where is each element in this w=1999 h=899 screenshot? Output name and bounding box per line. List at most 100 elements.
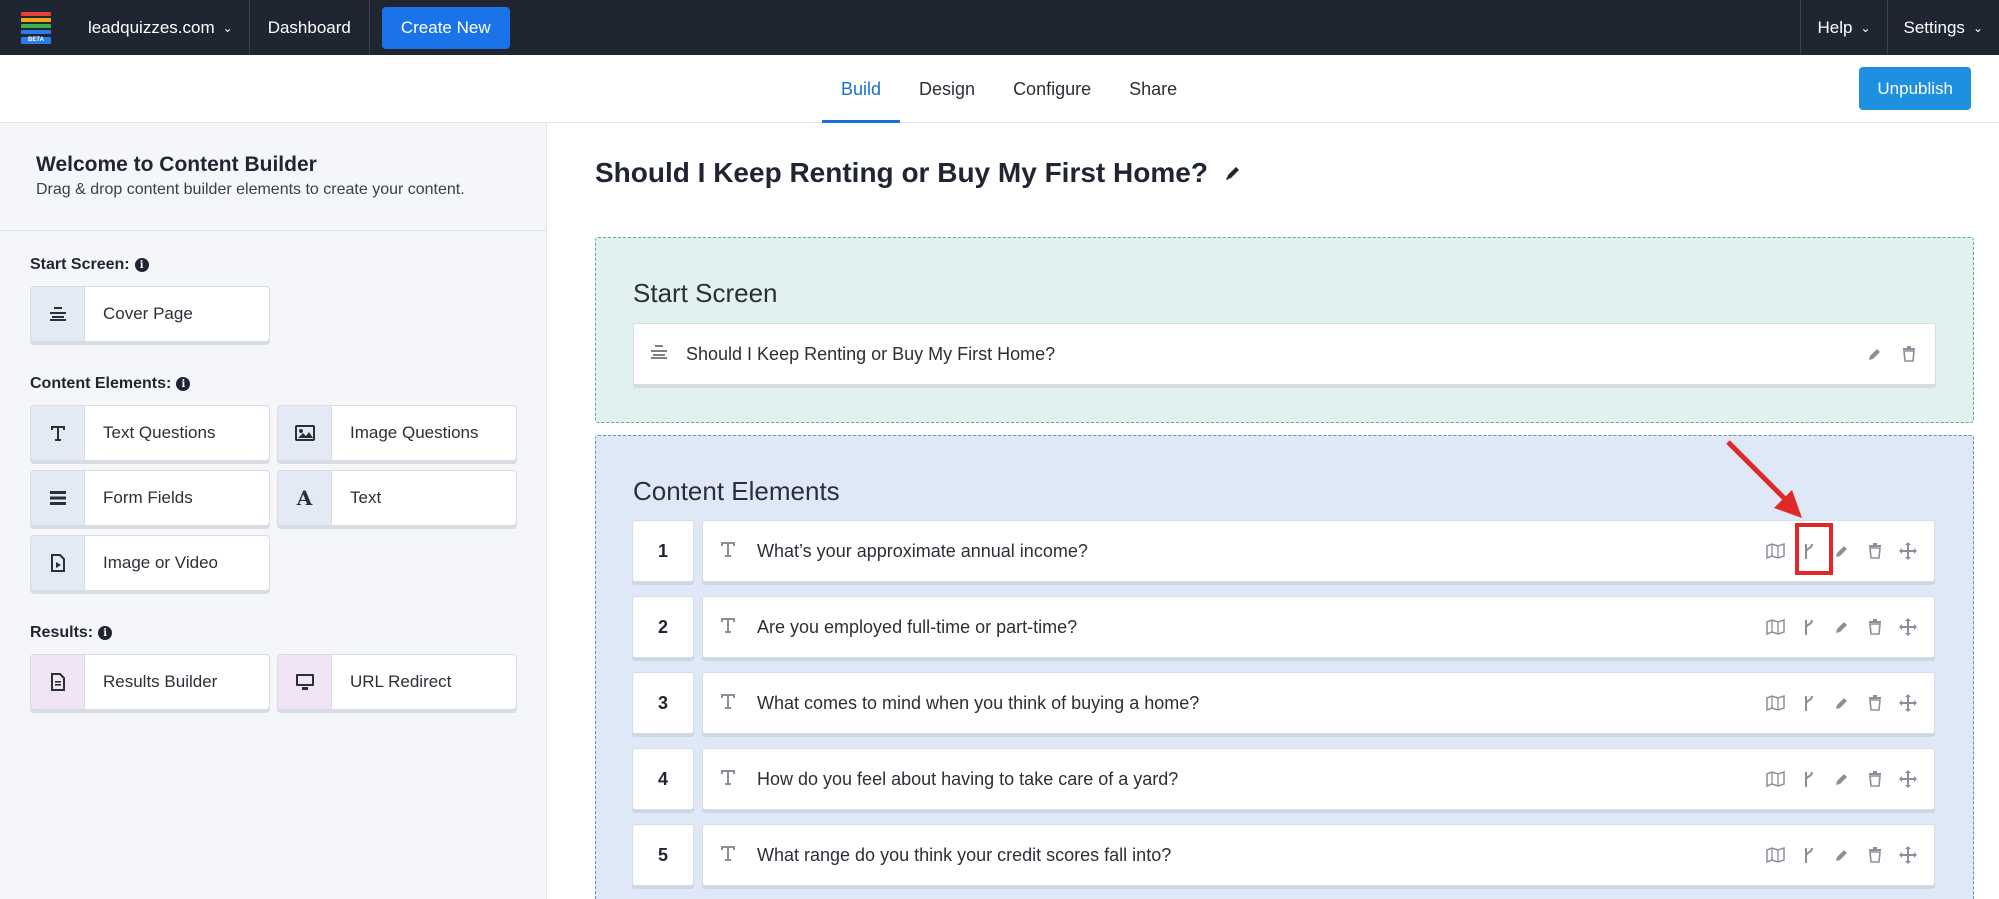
question-number: 3 [632,672,694,734]
pencil-icon[interactable] [1832,617,1852,637]
cover-icon [650,344,670,365]
question-row[interactable]: How do you feel about having to take car… [702,748,1935,810]
start-screen-item-text: Should I Keep Renting or Buy My First Ho… [686,343,1056,364]
quiz-title-text: Should I Keep Renting or Buy My First Ho… [595,157,1208,188]
trash-icon[interactable] [1865,769,1885,789]
text-icon [719,844,739,867]
sidebar-title: Welcome to Content Builder [36,153,317,176]
content-elements-label-text: Content Elements: [30,375,172,392]
move-icon[interactable] [1898,541,1918,561]
map-icon[interactable] [1766,693,1786,713]
dashboard-link[interactable]: Dashboard [250,0,370,55]
start-screen-section: Start Screen Should I Keep Renting or Bu… [595,237,1974,423]
site-dropdown-label: leadquizzes.com [88,17,215,37]
question-number: 5 [632,824,694,886]
question-row[interactable]: What range do you think your credit scor… [702,824,1935,886]
content-elements-label: Content Elements: i [30,375,191,393]
builder-tabbar: Build Design Configure Share Unpublish [0,55,1999,123]
question-row[interactable]: What comes to mind when you think of buy… [702,672,1935,734]
question-row[interactable]: Are you employed full-time or part-time? [702,596,1935,658]
move-icon[interactable] [1898,693,1918,713]
tab-design[interactable]: Design [900,55,994,123]
branch-icon[interactable] [1799,693,1819,713]
tile-label: Image or Video [103,553,218,572]
tile-form-fields[interactable]: Form Fields [30,470,270,526]
question-text: How do you feel about having to take car… [757,768,1179,789]
move-icon[interactable] [1898,845,1918,865]
map-icon[interactable] [1766,769,1786,789]
pencil-icon[interactable] [1832,541,1852,561]
tile-label: Text [350,488,382,507]
start-screen-title: Start Screen [633,278,778,308]
branch-icon[interactable] [1799,845,1819,865]
pencil-icon[interactable] [1832,769,1852,789]
move-icon[interactable] [1898,769,1918,789]
tab-build[interactable]: Build [822,55,901,123]
form-icon [31,471,85,525]
text-icon [719,616,739,639]
settings-label: Settings [1903,17,1965,37]
tile-label: Text Questions [103,423,216,442]
question-number: 4 [632,748,694,810]
trash-icon[interactable] [1865,541,1885,561]
quiz-title: Should I Keep Renting or Buy My First Ho… [595,157,1242,189]
pencil-icon[interactable] [1832,845,1852,865]
top-navbar: BETA leadquizzes.com ⌄ Dashboard Create … [0,0,1999,55]
tile-image-or-video[interactable]: Image or Video [30,535,270,591]
document-icon [31,655,85,709]
site-dropdown[interactable]: leadquizzes.com ⌄ [72,0,250,55]
text-icon [719,540,739,563]
tile-label: Form Fields [103,488,193,507]
branch-icon[interactable] [1799,769,1819,789]
chevron-down-icon: ⌄ [1860,20,1871,35]
info-icon[interactable]: i [134,258,149,272]
start-screen-label: Start Screen: i [30,256,149,274]
monitor-icon [278,655,332,709]
image-icon [278,406,332,460]
info-icon[interactable]: i [176,377,191,391]
content-builder-sidebar: Welcome to Content Builder Drag & drop c… [0,123,547,899]
trash-icon[interactable] [1865,617,1885,637]
tile-results-builder[interactable]: Results Builder [30,654,270,710]
question-row[interactable]: What’s your approximate annual income? [702,520,1935,582]
start-screen-item[interactable]: Should I Keep Renting or Buy My First Ho… [633,323,1936,385]
move-icon[interactable] [1898,617,1918,637]
trash-icon[interactable] [1865,693,1885,713]
help-dropdown[interactable]: Help ⌄ [1800,0,1886,55]
question-text: What comes to mind when you think of buy… [757,692,1200,713]
unpublish-button[interactable]: Unpublish [1859,67,1971,110]
tab-configure[interactable]: Configure [994,55,1110,123]
map-icon[interactable] [1766,541,1786,561]
map-icon[interactable] [1766,617,1786,637]
annotation-highlight-box [1795,523,1833,575]
map-icon[interactable] [1766,845,1786,865]
app-logo[interactable]: BETA [0,0,72,55]
tile-url-redirect[interactable]: URL Redirect [277,654,517,710]
annotation-arrow-icon [1726,440,1802,518]
results-label-text: Results: [30,624,94,641]
text-icon [719,768,739,791]
branch-icon[interactable] [1799,617,1819,637]
tile-image-questions[interactable]: Image Questions [277,405,517,461]
tab-share[interactable]: Share [1110,55,1196,123]
tile-label: Results Builder [103,672,218,691]
pencil-icon[interactable] [1865,344,1885,364]
pencil-icon[interactable] [1832,693,1852,713]
sidebar-header: Welcome to Content Builder Drag & drop c… [0,123,546,231]
pencil-icon[interactable] [1224,157,1242,189]
question-number: 2 [632,596,694,658]
tile-cover-page[interactable]: Cover Page [30,286,270,342]
tile-text-questions[interactable]: Text Questions [30,405,270,461]
chevron-down-icon: ⌄ [222,20,233,35]
trash-icon[interactable] [1865,845,1885,865]
start-screen-label-text: Start Screen: [30,256,130,273]
chevron-down-icon: ⌄ [1972,20,1983,35]
settings-dropdown[interactable]: Settings ⌄ [1886,0,1999,55]
info-icon[interactable]: i [98,626,113,640]
create-new-button[interactable]: Create New [381,6,510,49]
question-text: Are you employed full-time or part-time? [757,616,1078,637]
trash-icon[interactable] [1899,344,1919,364]
question-number: 1 [632,520,694,582]
tile-text[interactable]: A Text [277,470,517,526]
question-text: What range do you think your credit scor… [757,844,1172,865]
